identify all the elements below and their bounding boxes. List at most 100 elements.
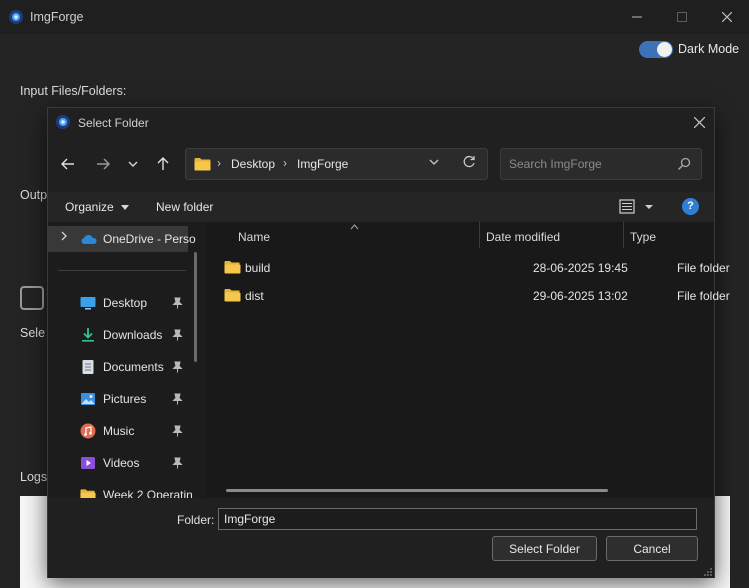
column-divider[interactable]	[623, 222, 624, 248]
arrow-up-icon	[157, 157, 169, 170]
breadcrumb-separator: ›	[283, 156, 287, 170]
nav-item-label: Videos	[103, 456, 140, 470]
folder-label: Folder:	[177, 513, 215, 527]
videos-icon	[81, 457, 95, 469]
search-box[interactable]	[500, 148, 702, 180]
file-type: File folder	[677, 289, 730, 303]
nav-item-label: Week 2 Operatin	[103, 488, 193, 498]
new-folder-button[interactable]: New folder	[156, 200, 213, 214]
cancel-button[interactable]: Cancel	[606, 536, 698, 561]
chevron-down-icon	[429, 159, 439, 165]
nav-item-label: Documents	[103, 360, 164, 374]
recent-locations-button[interactable]	[120, 148, 146, 180]
chevron-right-icon	[61, 231, 67, 244]
forward-button[interactable]	[90, 148, 116, 180]
resize-grip-icon[interactable]	[703, 567, 713, 577]
nav-item-downloads[interactable]: Downloads	[48, 322, 198, 348]
input-files-label: Input Files/Folders:	[20, 84, 127, 98]
dark-mode-toggle[interactable]	[639, 41, 673, 58]
pin-icon	[172, 329, 183, 341]
folder-icon	[80, 489, 96, 498]
nav-item-week2[interactable]: Week 2 Operatin	[48, 482, 198, 498]
nav-item-documents[interactable]: Documents	[48, 354, 198, 380]
file-type: File folder	[677, 261, 730, 275]
file-date: 29-06-2025 13:02	[533, 289, 628, 303]
logs-label: Logs	[20, 470, 48, 484]
refresh-icon	[463, 155, 475, 168]
minimize-button[interactable]	[614, 0, 660, 34]
select-label: Sele	[20, 326, 46, 340]
nav-item-label: Music	[103, 424, 135, 438]
close-icon	[693, 116, 705, 128]
address-dropdown-button[interactable]	[429, 157, 439, 168]
dialog-title: Select Folder	[78, 116, 149, 130]
help-button[interactable]: ?	[682, 198, 699, 215]
dark-mode-label: Dark Mode	[678, 42, 740, 56]
app-titlebar: ImgForge	[0, 0, 749, 34]
app-logo-icon	[9, 10, 23, 24]
nav-item-onedrive[interactable]: OneDrive - Perso	[48, 226, 196, 252]
file-row-dist[interactable]: dist 29-06-2025 13:02 File folder	[224, 282, 730, 308]
folder-name-input[interactable]	[218, 508, 697, 530]
breadcrumb-separator: ›	[217, 156, 221, 170]
organize-button[interactable]: Organize	[65, 200, 130, 214]
file-name: dist	[245, 289, 264, 303]
close-button[interactable]	[704, 0, 749, 34]
nav-item-videos[interactable]: Videos	[48, 450, 198, 476]
dialog-close-button[interactable]	[688, 112, 710, 132]
maximize-icon	[677, 12, 687, 22]
refresh-button[interactable]	[462, 155, 476, 173]
navigation-bar: › Desktop › ImgForge	[48, 136, 714, 192]
output-label: Outp	[20, 188, 48, 202]
column-divider[interactable]	[479, 222, 480, 248]
breadcrumb-desktop[interactable]: Desktop	[231, 157, 275, 171]
dialog-footer: Folder: Select Folder Cancel	[48, 498, 714, 578]
minimize-icon	[632, 16, 642, 18]
nav-item-desktop[interactable]: Desktop	[48, 290, 198, 316]
dialog-titlebar: Select Folder	[48, 108, 714, 136]
option-checkbox[interactable]	[20, 286, 44, 310]
documents-icon	[82, 360, 94, 374]
column-header-date-modified[interactable]: Date modified	[486, 230, 560, 244]
chevron-down-icon	[128, 161, 138, 167]
pin-icon	[172, 457, 183, 469]
maximize-button[interactable]	[659, 0, 705, 34]
pin-icon	[172, 393, 183, 405]
file-list: Name Date modified Type build 28-06-2025…	[206, 222, 730, 498]
onedrive-cloud-icon	[81, 235, 97, 244]
nav-item-pictures[interactable]: Pictures	[48, 386, 198, 412]
address-bar[interactable]: › Desktop › ImgForge	[185, 148, 488, 180]
search-input[interactable]	[501, 149, 671, 179]
command-bar: Organize New folder ?	[48, 192, 714, 222]
column-header-name[interactable]: Name	[238, 230, 270, 244]
change-view-button[interactable]	[619, 198, 657, 216]
organize-label: Organize	[65, 200, 114, 214]
column-header-type[interactable]: Type	[630, 230, 656, 244]
search-icon	[678, 157, 691, 170]
toggle-knob	[657, 42, 672, 57]
file-row-build[interactable]: build 28-06-2025 19:45 File folder	[224, 254, 730, 280]
breadcrumb-imgforge[interactable]: ImgForge	[297, 157, 348, 171]
select-folder-button[interactable]: Select Folder	[492, 536, 597, 561]
desktop-icon	[80, 297, 96, 310]
folder-icon	[194, 158, 211, 171]
nav-item-music[interactable]: Music	[48, 418, 198, 444]
file-name: build	[245, 261, 271, 275]
sort-up-icon	[350, 222, 359, 232]
pin-icon	[172, 425, 183, 437]
close-icon	[722, 12, 732, 22]
nav-item-label: Downloads	[103, 328, 163, 342]
nav-pane-scrollbar[interactable]	[194, 252, 197, 362]
music-icon	[80, 423, 96, 439]
file-date: 28-06-2025 19:45	[533, 261, 628, 275]
arrow-left-icon	[61, 158, 74, 170]
back-button[interactable]	[55, 148, 81, 180]
folder-icon	[224, 289, 241, 302]
up-button[interactable]	[150, 148, 176, 180]
file-list-horizontal-scrollbar[interactable]	[226, 489, 608, 492]
pictures-icon	[81, 393, 95, 405]
downloads-icon	[82, 328, 94, 342]
nav-item-label: Desktop	[103, 296, 148, 310]
view-list-icon	[619, 199, 653, 214]
app-title: ImgForge	[30, 10, 84, 24]
